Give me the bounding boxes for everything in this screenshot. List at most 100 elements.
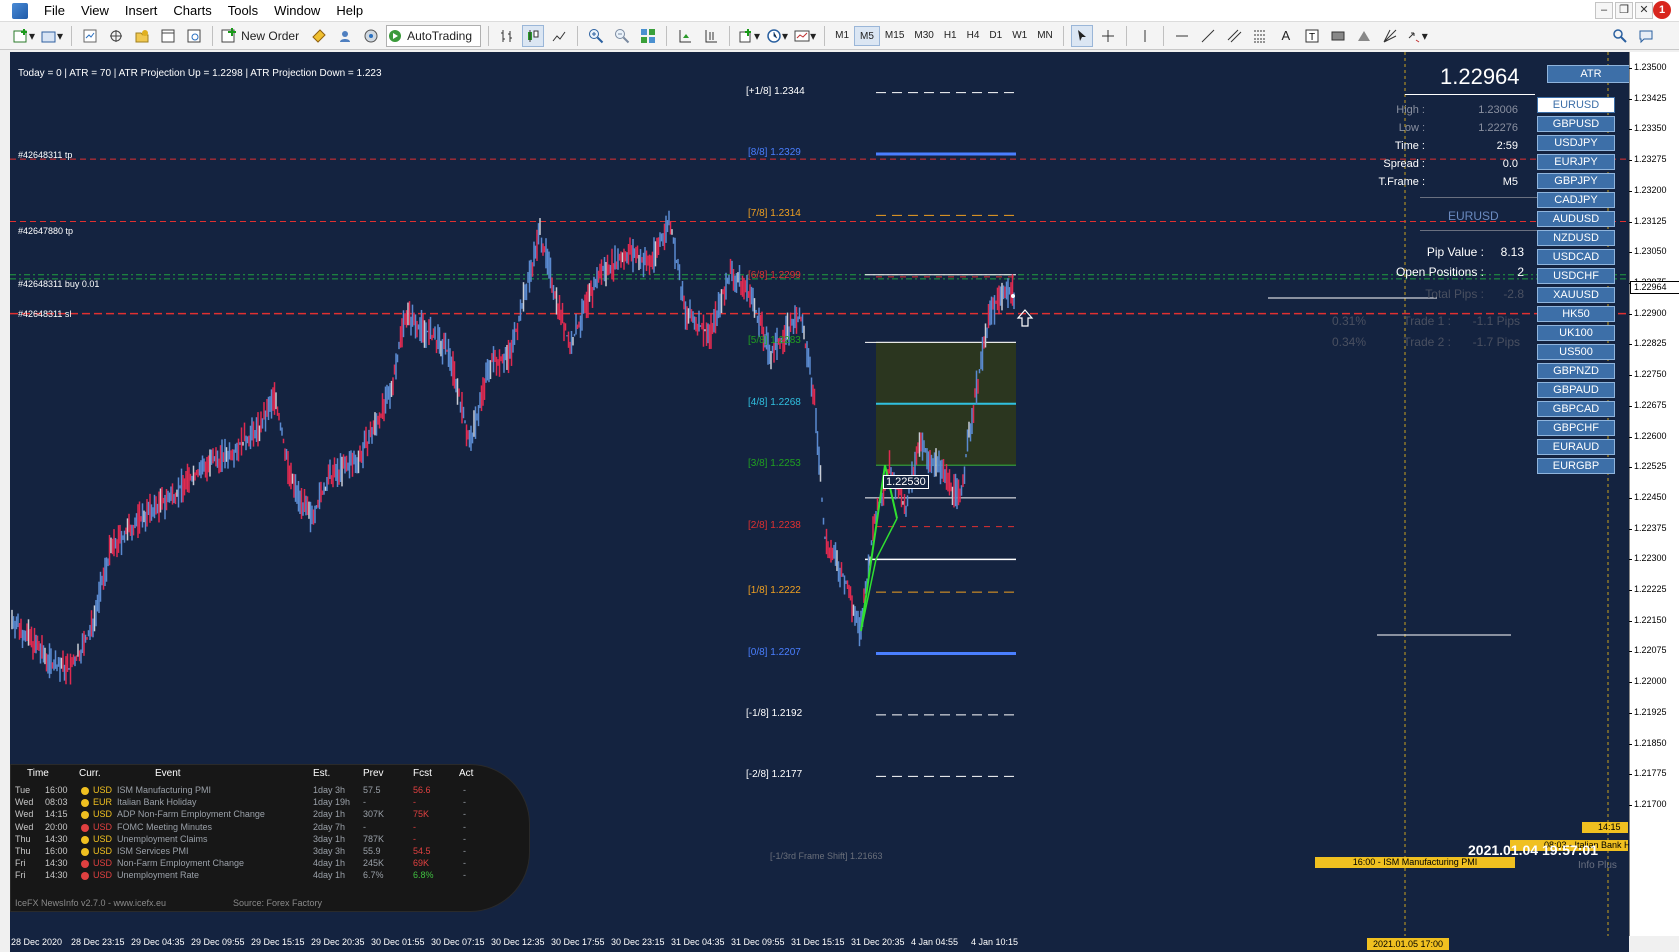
timeframe-m5[interactable]: M5	[854, 25, 880, 46]
symbol-button-audusd[interactable]: AUDUSD	[1537, 211, 1615, 227]
timeframe-m1[interactable]: M1	[830, 26, 854, 46]
time-tick-label: 29 Dec 15:15	[251, 937, 305, 947]
atr-button[interactable]: ATR	[1547, 65, 1629, 83]
data-window-icon[interactable]	[105, 25, 127, 47]
impact-dot-icon	[81, 848, 89, 856]
symbol-button-usdjpy[interactable]: USDJPY	[1537, 135, 1615, 151]
symbol-button-gbpjpy[interactable]: GBPJPY	[1537, 173, 1615, 189]
symbol-button-eurgbp[interactable]: EURGBP	[1537, 458, 1615, 474]
time-label: Time :	[1394, 140, 1425, 152]
symbol-button-eurjpy[interactable]: EURJPY	[1537, 154, 1615, 170]
close-icon[interactable]: ✕	[1635, 2, 1653, 19]
timeframe-m30[interactable]: M30	[909, 26, 938, 46]
profiles-icon[interactable]: ▾	[40, 25, 64, 47]
trendline-icon[interactable]	[1197, 25, 1219, 47]
chart-shift-icon[interactable]	[700, 25, 722, 47]
price-tick-label: 1.21700	[1629, 799, 1667, 809]
rectangle-icon[interactable]	[1327, 25, 1349, 47]
symbol-button-usdchf[interactable]: USDCHF	[1537, 268, 1615, 284]
symbol-button-xauusd[interactable]: XAUUSD	[1537, 287, 1615, 303]
symbol-button-uk100[interactable]: UK100	[1537, 325, 1615, 341]
timeframe-h1[interactable]: H1	[939, 26, 962, 46]
symbol-button-gbpnzd[interactable]: GBPNZD	[1537, 363, 1615, 379]
spread-label: Spread :	[1383, 158, 1425, 170]
time-tick-label: 30 Dec 17:55	[551, 937, 605, 947]
fibonacci-icon[interactable]	[1249, 25, 1271, 47]
market-watch-icon[interactable]	[79, 25, 101, 47]
timeframe-mn[interactable]: MN	[1032, 26, 1058, 46]
cursor-icon[interactable]	[1070, 24, 1093, 47]
metaeditor-icon[interactable]	[308, 25, 330, 47]
indicators-icon[interactable]: ▾	[737, 25, 761, 47]
news-prev: 307K	[363, 809, 385, 820]
menu-file[interactable]: File	[36, 0, 73, 22]
zoom-in-icon[interactable]	[585, 25, 607, 47]
terminal-icon[interactable]	[157, 25, 179, 47]
news-fcst: 69K	[413, 858, 430, 869]
timeframe-w1[interactable]: W1	[1007, 26, 1032, 46]
toolbar: ▾ ▾ New Order AutoTrading ▾ ▾ ▾ M1 M5 M1…	[0, 22, 1679, 50]
symbol-button-gbpaud[interactable]: GBPAUD	[1537, 382, 1615, 398]
notification-badge[interactable]: 1	[1653, 1, 1671, 19]
chat-icon[interactable]	[1635, 25, 1657, 47]
community-icon[interactable]	[360, 25, 382, 47]
new-chart-icon[interactable]: ▾	[12, 25, 36, 47]
text-icon[interactable]: A	[1275, 25, 1297, 47]
navigator-icon[interactable]	[131, 25, 153, 47]
symbol-button-gbpchf[interactable]: GBPCHF	[1537, 420, 1615, 436]
menu-tools[interactable]: Tools	[220, 0, 266, 22]
murrey-label-6: [3/8] 1.2253	[748, 458, 801, 470]
time-tick-label: 30 Dec 12:35	[491, 937, 545, 947]
menu-help[interactable]: Help	[328, 0, 371, 22]
strategy-tester-icon[interactable]	[183, 25, 205, 47]
templates-icon[interactable]: ▾	[793, 25, 817, 47]
menu-window[interactable]: Window	[266, 0, 328, 22]
symbol-button-usdcad[interactable]: USDCAD	[1537, 249, 1615, 265]
timeframe-m15[interactable]: M15	[880, 26, 909, 46]
symbol-button-gbpusd[interactable]: GBPUSD	[1537, 116, 1615, 132]
signals-icon[interactable]	[334, 25, 356, 47]
text-label-icon[interactable]: T	[1301, 25, 1323, 47]
price-tick-label: 1.23275	[1629, 154, 1667, 165]
search-icon[interactable]	[1609, 25, 1631, 47]
symbol-button-gbpcad[interactable]: GBPCAD	[1537, 401, 1615, 417]
news-time: 14:30	[45, 870, 68, 881]
time-axis[interactable]: 2021.01.05 17:00 28 Dec 2020 28 Dec 23:15…	[10, 936, 1629, 952]
vertical-line-icon[interactable]	[1134, 25, 1156, 47]
price-axis[interactable]: 1.23500 1.23425 1.23350 1.23275 1.23200 1.231…	[1629, 52, 1679, 936]
restore-icon[interactable]: ❐	[1615, 2, 1633, 19]
new-order-button[interactable]: New Order	[220, 25, 304, 47]
symbol-button-eurusd[interactable]: EURUSD	[1537, 97, 1615, 113]
menu-insert[interactable]: Insert	[117, 0, 166, 22]
arrows-icon[interactable]: ▾	[1405, 25, 1429, 47]
menu-view[interactable]: View	[73, 0, 117, 22]
time-tick-label: 30 Dec 01:55	[371, 937, 425, 947]
periods-icon[interactable]: ▾	[765, 25, 789, 47]
line-chart-icon[interactable]	[548, 25, 570, 47]
tile-windows-icon[interactable]	[637, 25, 659, 47]
bar-chart-icon[interactable]	[496, 25, 518, 47]
symbol-button-us500[interactable]: US500	[1537, 344, 1615, 360]
symbol-button-nzdusd[interactable]: NZDUSD	[1537, 230, 1615, 246]
symbol-button-euraud[interactable]: EURAUD	[1537, 439, 1615, 455]
minimize-icon[interactable]: –	[1595, 2, 1613, 19]
crosshair-icon[interactable]	[1097, 25, 1119, 47]
timeframe-d1[interactable]: D1	[984, 26, 1007, 46]
zoom-out-icon[interactable]	[611, 25, 633, 47]
autotrading-button[interactable]: AutoTrading	[386, 24, 482, 47]
horizontal-line-icon[interactable]	[1171, 25, 1193, 47]
triangle-icon[interactable]	[1353, 25, 1375, 47]
gann-icon[interactable]	[1379, 25, 1401, 47]
timeframe-h4[interactable]: H4	[962, 26, 985, 46]
symbol-button-hk50[interactable]: HK50	[1537, 306, 1615, 322]
price-chart[interactable]: Today = 0 | ATR = 70 | ATR Projection Up…	[10, 52, 1629, 936]
price-tick-label: 1.22000	[1629, 676, 1667, 687]
price-tick-label: 1.23425	[1629, 92, 1667, 103]
channel-icon[interactable]	[1223, 25, 1245, 47]
impact-dot-icon	[81, 872, 89, 881]
candlestick-icon[interactable]	[522, 24, 545, 47]
news-time: 14:30	[45, 858, 68, 869]
autoscroll-icon[interactable]	[674, 25, 696, 47]
menu-charts[interactable]: Charts	[165, 0, 219, 22]
symbol-button-cadjpy[interactable]: CADJPY	[1537, 192, 1615, 208]
